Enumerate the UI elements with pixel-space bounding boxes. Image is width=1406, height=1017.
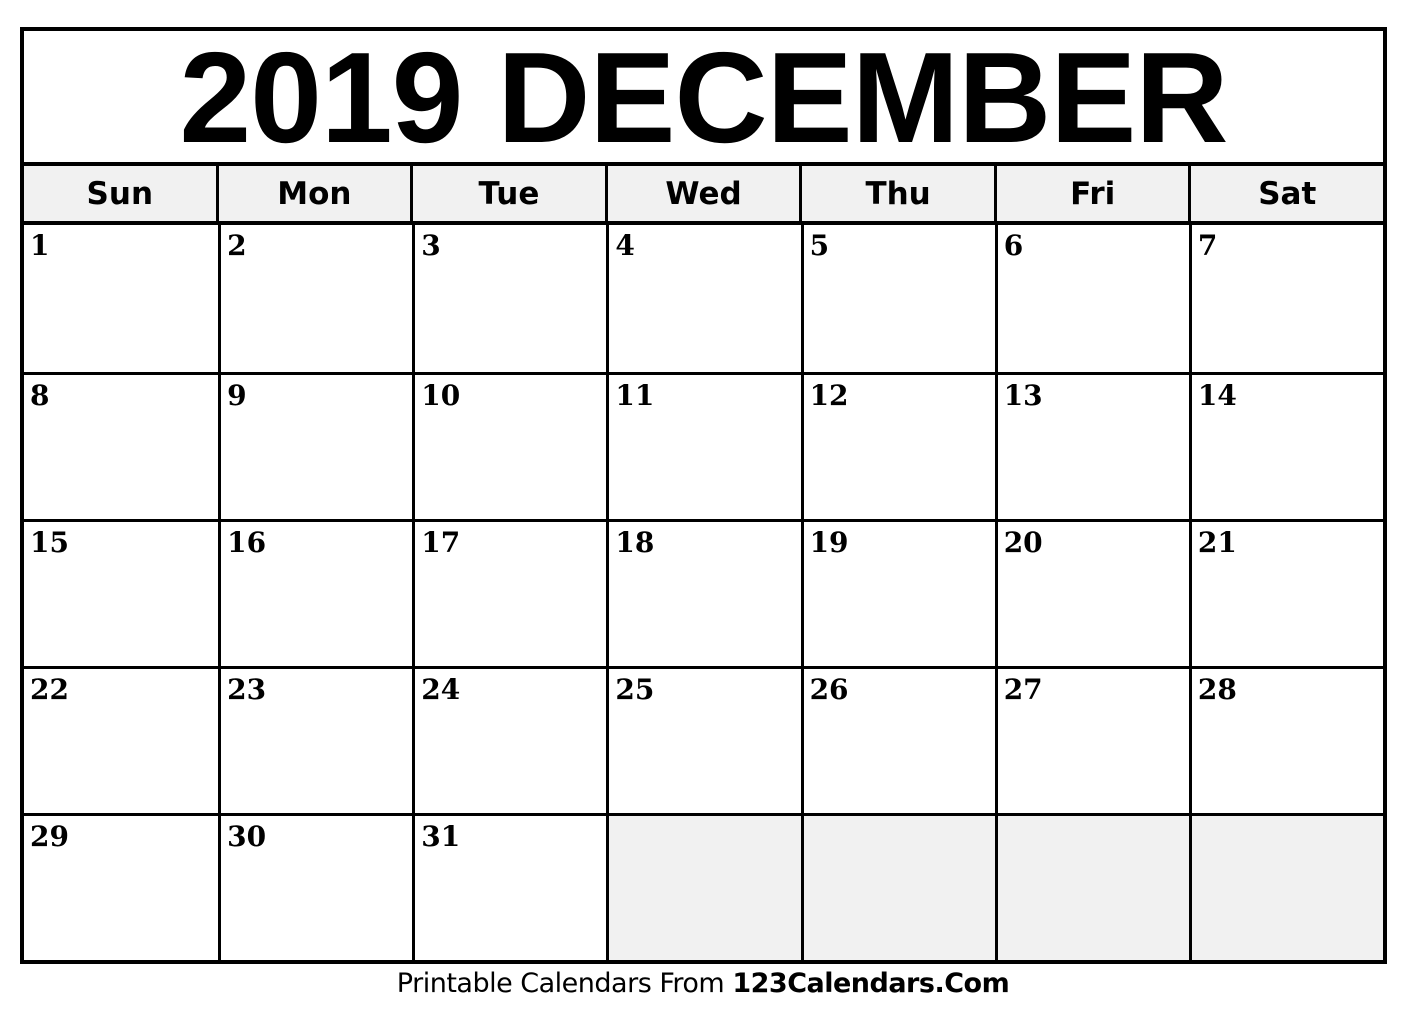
- day-cell: 19: [800, 519, 995, 666]
- day-number: 31: [421, 820, 461, 853]
- day-number: 20: [1003, 526, 1043, 559]
- day-number: 4: [615, 229, 635, 262]
- day-number: 7: [1197, 229, 1218, 262]
- day-cell: 9: [218, 372, 413, 519]
- day-number: 5: [809, 229, 830, 262]
- day-number: 25: [615, 673, 655, 706]
- day-number: 29: [30, 820, 69, 853]
- footer-credit: Printable Calendars From 123Calendars.Co…: [0, 968, 1406, 999]
- weekday-tue: Tue: [410, 166, 605, 221]
- day-cell: 23: [218, 666, 413, 813]
- day-number: 15: [30, 526, 69, 559]
- day-number: 11: [615, 379, 655, 412]
- empty-day-cell: [800, 813, 995, 960]
- day-cell: 11: [606, 372, 801, 519]
- day-number: 16: [227, 526, 267, 559]
- day-cell: 13: [994, 372, 1189, 519]
- day-cell: 8: [24, 372, 219, 519]
- day-cell: 30: [218, 813, 413, 960]
- day-number: 30: [227, 820, 267, 853]
- day-number: 19: [809, 526, 849, 559]
- day-cell: 3: [412, 225, 607, 372]
- day-cell: 22: [24, 666, 219, 813]
- day-cell: 5: [800, 225, 995, 372]
- day-cell: 25: [606, 666, 801, 813]
- day-cell: 1: [24, 225, 219, 372]
- footer-brand: 123Calendars.Com: [732, 968, 1010, 999]
- day-number: 24: [421, 673, 461, 706]
- weekday-header-row: Sun Mon Tue Wed Thu Fri Sat: [24, 162, 1383, 225]
- day-cell: 29: [24, 813, 219, 960]
- day-number: 18: [615, 526, 655, 559]
- empty-day-cell: [1188, 813, 1383, 960]
- day-cell: 18: [606, 519, 801, 666]
- day-number: 1: [30, 229, 50, 262]
- day-cell: 20: [994, 519, 1189, 666]
- day-number: 26: [809, 673, 849, 706]
- calendar: 2019 DECEMBER Sun Mon Tue Wed Thu Fri Sa…: [20, 27, 1387, 964]
- day-number: 12: [809, 379, 849, 412]
- day-cell: 31: [412, 813, 607, 960]
- day-cell: 12: [800, 372, 995, 519]
- day-number: 2: [227, 229, 247, 262]
- empty-day-cell: [606, 813, 801, 960]
- weekday-fri: Fri: [993, 166, 1189, 221]
- day-grid: 1 2 3 4 5 6 7 8 9 10 11 12 13 14 15 16 17 18 19 20 21 22 23 24 2…: [24, 225, 1383, 960]
- day-cell: 10: [412, 372, 607, 519]
- day-cell: 21: [1188, 519, 1383, 666]
- day-cell: 15: [24, 519, 219, 666]
- day-number: 14: [1197, 379, 1237, 412]
- weekday-sat: Sat: [1188, 166, 1383, 221]
- day-cell: 6: [994, 225, 1189, 372]
- weekday-sun: Sun: [86, 175, 154, 212]
- day-cell: 17: [412, 519, 607, 666]
- day-number: 10: [421, 379, 461, 412]
- day-cell: 2: [218, 225, 413, 372]
- day-cell: 27: [994, 666, 1189, 813]
- weekday-wed: Wed: [604, 166, 800, 221]
- day-number: 17: [421, 526, 461, 559]
- day-number: 8: [30, 379, 50, 412]
- day-cell: 4: [606, 225, 801, 372]
- weekday-thu: Thu: [799, 166, 994, 221]
- day-cell: 26: [800, 666, 995, 813]
- empty-day-cell: [994, 813, 1189, 960]
- day-cell: 24: [412, 666, 607, 813]
- day-number: 9: [227, 379, 247, 412]
- weekday-mon: Mon: [215, 166, 411, 221]
- day-number: 6: [1003, 229, 1024, 262]
- day-cell: 16: [218, 519, 413, 666]
- footer-prefix: Printable Calendars From: [396, 968, 733, 999]
- day-number: 22: [30, 673, 69, 706]
- day-number: 28: [1197, 673, 1237, 706]
- day-cell: 28: [1188, 666, 1383, 813]
- day-number: 21: [1197, 526, 1237, 559]
- day-number: 13: [1003, 379, 1043, 412]
- day-number: 23: [227, 673, 267, 706]
- day-number: 3: [421, 229, 441, 262]
- day-cell: 7: [1188, 225, 1383, 372]
- calendar-title: 2019 DECEMBER: [179, 26, 1228, 170]
- day-number: 27: [1003, 673, 1043, 706]
- day-cell: 14: [1188, 372, 1383, 519]
